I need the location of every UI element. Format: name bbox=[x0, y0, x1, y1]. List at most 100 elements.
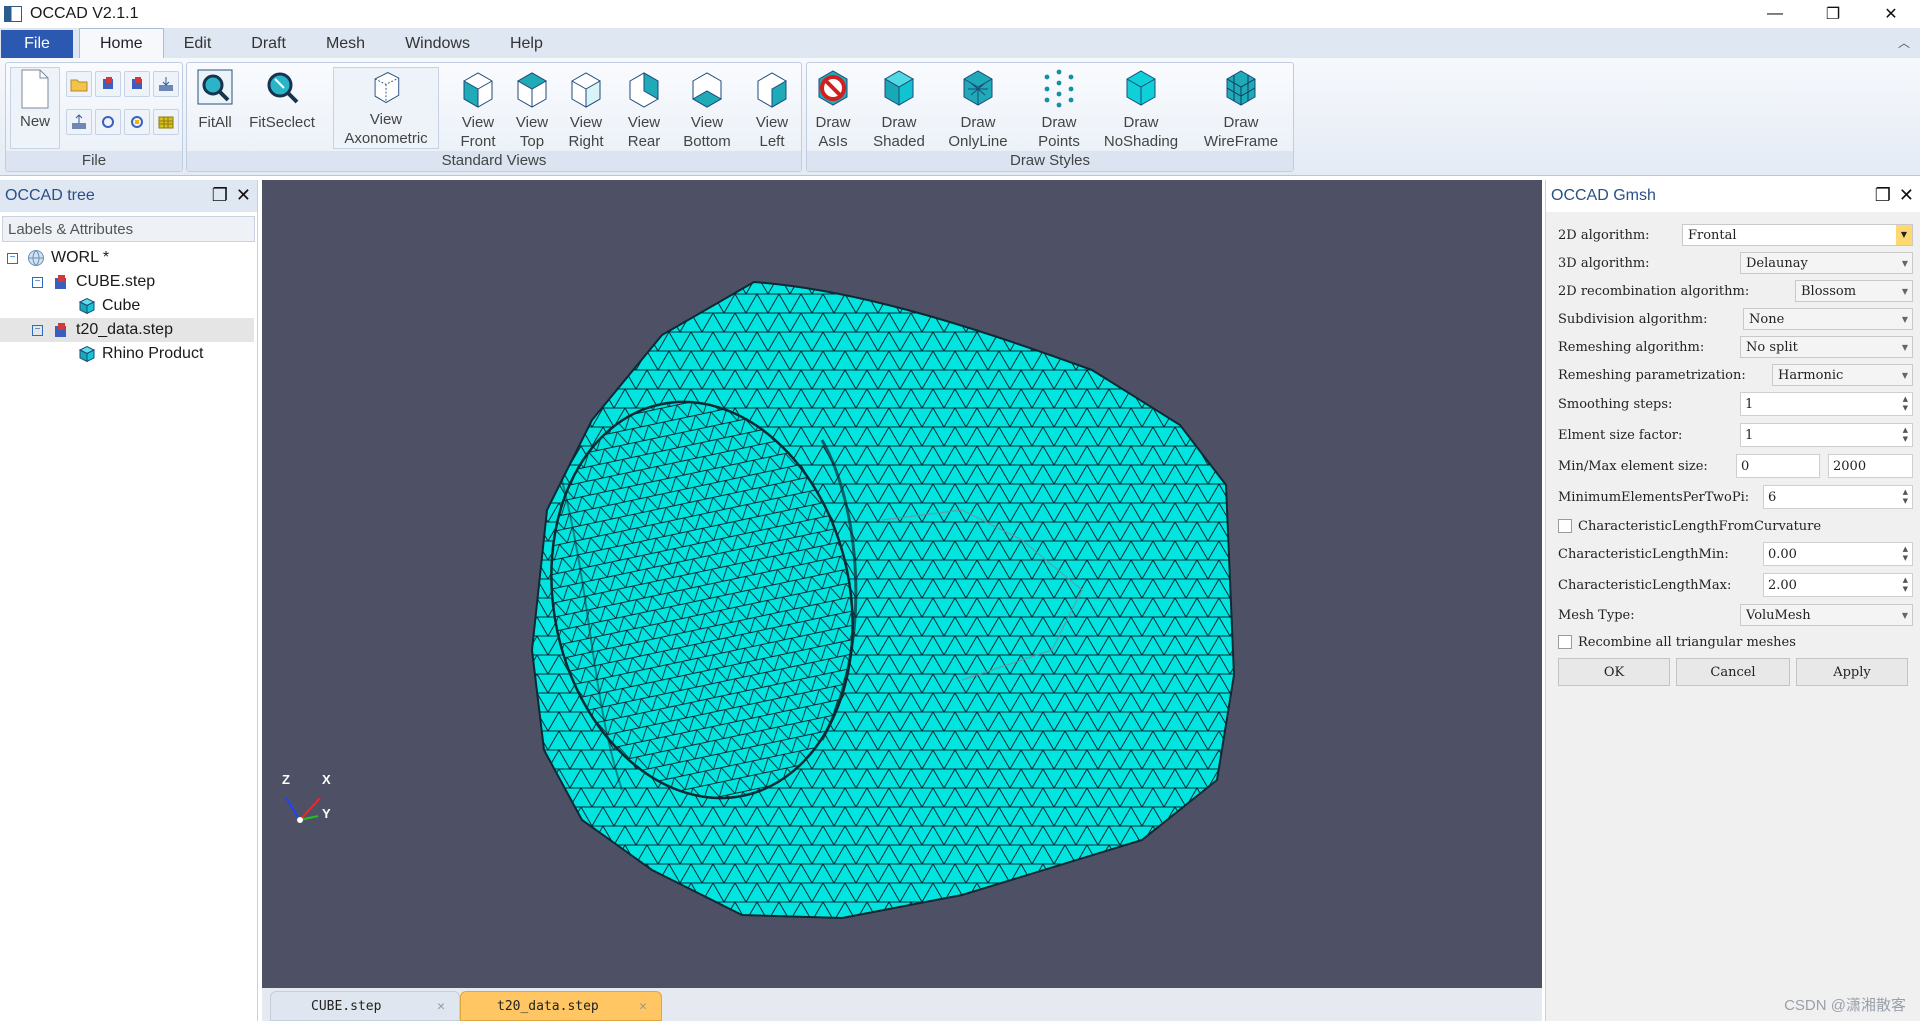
field-minmax-element-size: Min/Max element size: 0 2000 bbox=[1558, 454, 1913, 478]
doc-tab-cube-step[interactable]: CUBE.step ✕ bbox=[270, 991, 460, 1021]
dropdown-arrow-icon: ▼ bbox=[1901, 259, 1908, 268]
export-icon[interactable] bbox=[153, 71, 179, 97]
import-icon[interactable] bbox=[95, 71, 121, 97]
close-button[interactable]: ✕ bbox=[1862, 0, 1920, 28]
open-file-icon[interactable] bbox=[66, 71, 92, 97]
doc-tab-t20-data-step[interactable]: t20_data.step ✕ bbox=[460, 991, 662, 1021]
fit-select-icon bbox=[267, 72, 299, 104]
spinner-arrows-icon[interactable]: ▲ ▼ bbox=[1903, 488, 1908, 506]
mesh-type-select[interactable]: VoluMesh ▼ bbox=[1740, 604, 1913, 626]
restore-button[interactable]: ❐ bbox=[1804, 0, 1862, 28]
view-axonometric-button[interactable]: View Axonometric bbox=[333, 67, 439, 149]
tree-node-cube[interactable]: Cube bbox=[0, 294, 254, 318]
spinner-arrows-icon[interactable]: ▲ ▼ bbox=[1903, 426, 1908, 444]
smoothing-steps-input[interactable]: 1 ▲ ▼ bbox=[1740, 392, 1913, 416]
tree-node-world[interactable]: − WORL * bbox=[0, 246, 254, 270]
draw-wireframe-l2: WireFrame bbox=[1203, 133, 1279, 150]
view-right-button[interactable]: View Right bbox=[561, 67, 611, 151]
menu-home[interactable]: Home bbox=[79, 28, 164, 58]
import-step-icon[interactable] bbox=[124, 71, 150, 97]
refresh-icon[interactable] bbox=[124, 109, 150, 135]
tree-node-t20-data-step[interactable]: − t20_data.step bbox=[0, 318, 254, 342]
menu-mesh[interactable]: Mesh bbox=[306, 30, 385, 58]
char-length-from-curvature-checkbox[interactable] bbox=[1558, 519, 1572, 533]
draw-asis-button[interactable]: Draw AsIs bbox=[811, 67, 855, 151]
recombine-all-checkbox[interactable] bbox=[1558, 635, 1572, 649]
3d-algorithm-select[interactable]: Delaunay ▼ bbox=[1740, 252, 1913, 274]
spinner-arrows-icon[interactable]: ▲ ▼ bbox=[1903, 545, 1908, 563]
draw-onlyline-button[interactable]: Draw OnlyLine bbox=[941, 67, 1015, 151]
menu-file[interactable]: File bbox=[1, 30, 73, 58]
remeshing-parametrization-select[interactable]: Harmonic ▼ bbox=[1772, 364, 1913, 386]
tree-node-cube-step[interactable]: − CUBE.step bbox=[0, 270, 254, 294]
tree-node-rhino-product[interactable]: Rhino Product bbox=[0, 342, 254, 366]
tree-panel: OCCAD tree ❐ ✕ Labels & Attributes − WOR… bbox=[0, 180, 258, 1021]
fit-select-button[interactable]: FitSeclect bbox=[245, 67, 319, 151]
float-panel-icon[interactable]: ❐ bbox=[212, 185, 228, 206]
collapse-icon[interactable]: − bbox=[7, 252, 18, 264]
collapse-icon[interactable]: − bbox=[32, 324, 43, 336]
spinner-arrows-icon[interactable]: ▲ ▼ bbox=[1903, 576, 1908, 594]
tree-panel-title: OCCAD tree bbox=[5, 187, 95, 204]
reload-icon[interactable] bbox=[95, 109, 121, 135]
draw-noshading-l1: Draw bbox=[1123, 114, 1159, 131]
close-panel-icon[interactable]: ✕ bbox=[236, 185, 251, 206]
char-length-max-input[interactable]: 2.00 ▲ ▼ bbox=[1763, 573, 1913, 597]
collapse-ribbon-icon[interactable]: ︿ bbox=[1898, 34, 1910, 51]
field-label: 3D algorithm: bbox=[1558, 255, 1650, 271]
char-length-min-input[interactable]: 0.00 ▲ ▼ bbox=[1763, 542, 1913, 566]
field-label: Min/Max element size: bbox=[1558, 458, 1708, 474]
new-button[interactable]: New bbox=[10, 67, 60, 149]
max-element-size-input[interactable]: 2000 bbox=[1828, 454, 1913, 478]
view-front-button[interactable]: View Front bbox=[453, 67, 503, 151]
axis-y-label: Y bbox=[322, 806, 331, 821]
draw-wireframe-button[interactable]: Draw WireFrame bbox=[1197, 67, 1285, 151]
cancel-button[interactable]: Cancel bbox=[1676, 658, 1790, 686]
remeshing-select[interactable]: No split ▼ bbox=[1740, 336, 1913, 358]
min-element-size-input[interactable]: 0 bbox=[1736, 454, 1820, 478]
float-panel-icon[interactable]: ❐ bbox=[1875, 185, 1891, 206]
menu-help[interactable]: Help bbox=[490, 30, 563, 58]
apply-button[interactable]: Apply bbox=[1796, 658, 1908, 686]
input-value: 1 bbox=[1745, 427, 1754, 443]
view-top-button[interactable]: View Top bbox=[509, 67, 555, 151]
min-elements-per-two-pi-input[interactable]: 6 ▲ ▼ bbox=[1763, 485, 1913, 509]
gmsh-button-row: OK Cancel Apply bbox=[1558, 658, 1913, 686]
draw-shaded-button[interactable]: Draw Shaded bbox=[867, 67, 931, 151]
cube-shape-icon bbox=[78, 297, 96, 315]
element-size-factor-input[interactable]: 1 ▲ ▼ bbox=[1740, 423, 1913, 447]
fit-all-button[interactable]: FitAll bbox=[193, 67, 237, 151]
draw-points-l2: Points bbox=[1038, 133, 1080, 150]
field-element-size-factor: Elment size factor: 1 ▲ ▼ bbox=[1558, 423, 1913, 447]
draw-wireframe-l1: Draw bbox=[1223, 114, 1259, 131]
view-front-l2: Front bbox=[460, 133, 496, 150]
menu-draft[interactable]: Draft bbox=[231, 30, 306, 58]
draw-points-button[interactable]: Draw Points bbox=[1031, 67, 1087, 151]
dropdown-arrow-icon: ▼ bbox=[1901, 287, 1908, 296]
view-bottom-button[interactable]: View Bottom bbox=[675, 67, 739, 151]
collapse-icon[interactable]: − bbox=[32, 276, 43, 288]
dropdown-arrow-icon: ▼ bbox=[1901, 343, 1908, 352]
spinner-arrows-icon[interactable]: ▲ ▼ bbox=[1903, 395, 1908, 413]
close-panel-icon[interactable]: ✕ bbox=[1899, 185, 1914, 206]
subdivision-select[interactable]: None ▼ bbox=[1743, 308, 1913, 330]
view-left-button[interactable]: View Left bbox=[749, 67, 795, 151]
2d-algorithm-select[interactable]: Frontal ▼ bbox=[1682, 224, 1913, 246]
view-rear-l2: Rear bbox=[627, 133, 661, 150]
close-tab-icon[interactable]: ✕ bbox=[437, 999, 445, 1014]
axonometric-cube-icon bbox=[374, 72, 400, 104]
dropdown-arrow-icon: ▼ bbox=[1901, 371, 1908, 380]
menu-windows[interactable]: Windows bbox=[385, 30, 490, 58]
save-icon[interactable] bbox=[66, 109, 92, 135]
ok-button[interactable]: OK bbox=[1558, 658, 1670, 686]
field-char-length-min: CharacteristicLengthMin: 0.00 ▲ ▼ bbox=[1558, 542, 1913, 566]
draw-noshading-button[interactable]: Draw NoShading bbox=[1099, 67, 1183, 151]
select-value: Delaunay bbox=[1746, 255, 1808, 271]
2d-recombination-select[interactable]: Blossom ▼ bbox=[1795, 280, 1913, 302]
view-rear-button[interactable]: View Rear bbox=[621, 67, 667, 151]
minimize-button[interactable]: — bbox=[1746, 0, 1804, 28]
3d-viewport[interactable]: Z X Y bbox=[262, 180, 1542, 988]
grid-icon[interactable] bbox=[153, 109, 179, 135]
menu-edit[interactable]: Edit bbox=[164, 30, 232, 58]
close-tab-icon[interactable]: ✕ bbox=[639, 999, 647, 1014]
